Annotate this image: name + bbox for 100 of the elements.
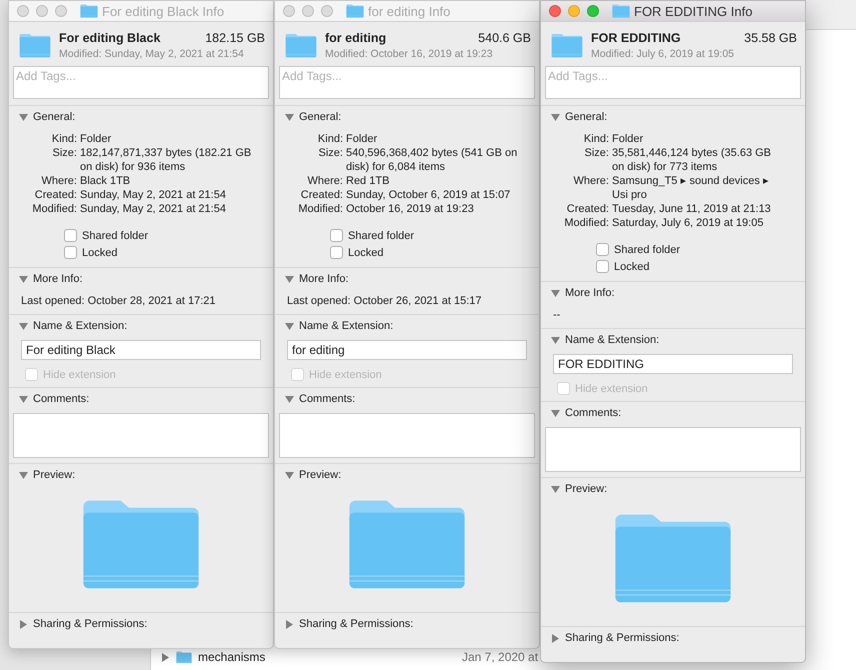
folder-icon	[80, 4, 98, 18]
section-title[interactable]: General:	[565, 111, 608, 123]
folder-name: For editing Black	[59, 31, 160, 45]
disclosure-triangle-icon[interactable]	[551, 408, 560, 418]
section-title[interactable]: Comments:	[33, 393, 90, 405]
section-title[interactable]: More Info:	[299, 273, 349, 285]
section-title[interactable]: More Info:	[33, 273, 83, 285]
tags-field[interactable]: Add Tags...	[13, 66, 269, 99]
checkbox-label: Locked	[82, 246, 118, 258]
checkbox[interactable]	[330, 229, 343, 242]
info-value: Folder	[612, 132, 644, 146]
checkbox[interactable]	[596, 260, 609, 273]
section-title[interactable]: Name & Extension:	[33, 320, 128, 332]
window-control-icon[interactable]	[321, 5, 333, 17]
window-control-icon[interactable]	[302, 5, 314, 17]
disclosure-triangle-icon[interactable]	[161, 652, 170, 662]
section-title[interactable]: Preview:	[299, 469, 342, 481]
info-value: 35,581,446,124 bytes (35.63 GB on disk) for 773 items	[612, 146, 772, 174]
folder-size: 35.58 GB	[744, 31, 797, 45]
tags-field[interactable]: Add Tags...	[545, 66, 801, 99]
disclosure-triangle-icon[interactable]	[285, 322, 294, 330]
window-control-icon[interactable]	[549, 5, 561, 17]
folder-icon	[285, 33, 317, 58]
disclosure-triangle-icon[interactable]	[285, 394, 294, 404]
disclosure-triangle-icon[interactable]	[551, 112, 560, 122]
checkbox-label: Locked	[348, 246, 384, 258]
window-control-icon[interactable]	[283, 5, 295, 17]
comments-field[interactable]	[279, 413, 535, 458]
disclosure-triangle-icon[interactable]	[551, 288, 560, 298]
folder-icon	[551, 33, 583, 58]
tags-field[interactable]: Add Tags...	[279, 66, 535, 99]
info-label: Where:	[572, 174, 609, 189]
file-date: Jan 7, 2020 at	[462, 650, 538, 664]
section-title[interactable]: Name & Extension:	[299, 320, 394, 332]
section-title[interactable]: Sharing & Permissions:	[565, 632, 680, 644]
name-field[interactable]: For editing Black	[21, 340, 261, 360]
info-label: Created:	[300, 188, 343, 202]
section-title[interactable]: Sharing & Permissions:	[33, 618, 148, 630]
window-control-icon[interactable]	[17, 5, 29, 17]
checkbox[interactable]	[330, 246, 343, 259]
checkbox-label: Hide extension	[575, 382, 648, 394]
info-value: Folder	[80, 132, 112, 146]
folder-size: 182.15 GB	[205, 31, 265, 45]
folder-icon	[176, 650, 192, 664]
disclosure-triangle-icon[interactable]	[19, 274, 28, 284]
comments-field[interactable]	[545, 427, 801, 472]
window-control-icon[interactable]	[36, 5, 48, 17]
info-label: Created:	[34, 188, 77, 202]
more-info-text: Last opened: October 28, 2021 at 17:21	[20, 294, 216, 309]
checkbox[interactable]	[64, 229, 77, 242]
checkbox-label: Shared folder	[82, 230, 148, 242]
window-title: for editing Info	[368, 4, 450, 18]
disclosure-triangle-icon[interactable]	[285, 620, 294, 628]
disclosure-triangle-icon[interactable]	[19, 112, 28, 122]
window-control-icon[interactable]	[587, 5, 599, 17]
checkbox[interactable]	[596, 243, 609, 256]
window-control-icon[interactable]	[55, 5, 67, 17]
folder-name: for editing	[325, 31, 386, 45]
section-title[interactable]: Preview:	[565, 483, 608, 495]
file-name[interactable]: mechanisms	[198, 650, 456, 664]
folder-name: FOR EDDITING	[591, 31, 681, 45]
disclosure-triangle-icon[interactable]	[551, 634, 560, 642]
name-field[interactable]: FOR EDDITING	[553, 354, 793, 374]
disclosure-triangle-icon[interactable]	[19, 620, 28, 628]
section-title[interactable]: Sharing & Permissions:	[299, 618, 414, 630]
checkbox-label: Shared folder	[348, 230, 414, 242]
disclosure-triangle-icon[interactable]	[285, 112, 294, 122]
disclosure-triangle-icon[interactable]	[19, 322, 28, 330]
section-title[interactable]: General:	[299, 111, 342, 123]
name-field[interactable]: for editing	[287, 340, 527, 360]
checkbox[interactable]	[64, 246, 77, 259]
disclosure-triangle-icon[interactable]	[285, 470, 294, 480]
checkbox-label: Hide extension	[309, 368, 382, 380]
info-label: Where:	[306, 174, 343, 188]
info-label: Kind:	[582, 132, 609, 146]
folder-icon	[612, 4, 630, 18]
section-title[interactable]: Comments:	[565, 407, 622, 419]
info-value: Black 1TB	[80, 174, 132, 188]
info-value: Folder	[346, 132, 378, 146]
info-label: Size:	[584, 146, 609, 161]
disclosure-triangle-icon[interactable]	[19, 394, 28, 404]
modified-date: Modified: July 6, 2019 at 19:05	[591, 48, 736, 60]
disclosure-triangle-icon[interactable]	[551, 484, 560, 494]
section-title[interactable]: Comments:	[299, 393, 356, 405]
section-title[interactable]: Preview:	[33, 469, 76, 481]
window-title: FOR EDDITING Info	[634, 4, 752, 18]
disclosure-triangle-icon[interactable]	[551, 336, 560, 344]
section-title[interactable]: Name & Extension:	[565, 334, 660, 346]
section-title[interactable]: General:	[33, 111, 76, 123]
comments-field[interactable]	[13, 413, 269, 458]
window-control-icon[interactable]	[568, 5, 580, 17]
disclosure-triangle-icon[interactable]	[19, 470, 28, 480]
disclosure-triangle-icon[interactable]	[285, 274, 294, 284]
info-label: Kind:	[50, 132, 77, 146]
info-value: 182,147,871,337 bytes (182.21 GB on disk) for 936 items	[80, 146, 252, 174]
folder-icon	[346, 4, 364, 18]
info-label: Size:	[318, 146, 343, 161]
checkbox-label: Hide extension	[43, 368, 116, 380]
modified-date: Modified: Sunday, May 2, 2021 at 21:54	[59, 48, 245, 60]
section-title[interactable]: More Info:	[565, 287, 615, 299]
